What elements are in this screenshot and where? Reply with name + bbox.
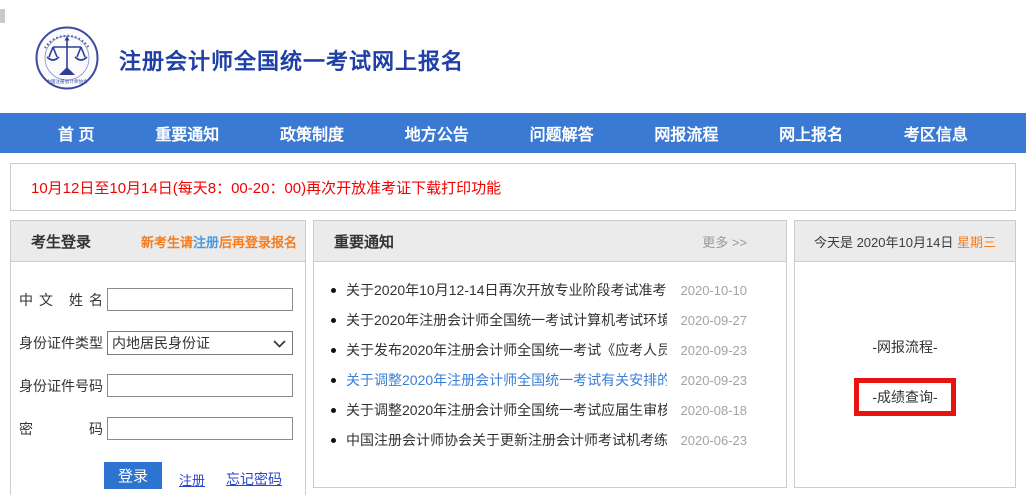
notice-item[interactable]: 关于2020年注册会计师全国统一考试计算机考试环境下故障... 2020-09-… [314,305,786,335]
login-actions: 登录 注册 忘记密码 [104,462,305,489]
notice-item-highlighted[interactable]: 关于调整2020年注册会计师全国统一考试有关安排的公告 2020-09-23 [314,365,786,395]
notices-panel-title: 重要通知 [334,231,394,252]
site-header: 中国注册会计师协会 注册会计师全国统一考试网上报名 [0,0,1026,113]
notice-item[interactable]: 中国注册会计师协会关于更新注册会计师考试机考练习网站的公... 2020-06-… [314,425,786,455]
nav-item-home[interactable]: 首 页 [58,121,94,145]
hint-suffix: 后再登录报名 [219,235,297,250]
main-nav: 首 页 重要通知 政策制度 地方公告 问题解答 网报流程 网上报名 考区信息 [0,113,1026,153]
nav-item-registration-flow[interactable]: 网报流程 [654,121,718,145]
id-number-input[interactable] [107,374,293,397]
sidebar-content: -网报流程- -成绩查询- [795,262,1015,416]
notice-title: 关于2020年10月12-14日再次开放专业阶段考试准考... [346,280,667,300]
chinese-name-input[interactable] [107,288,293,311]
hint-prefix: 新考生请 [141,235,193,250]
new-candidate-hint: 新考生请注册后再登录报名 [141,232,297,251]
notice-date: 2020-09-23 [667,343,747,358]
form-row-name: 中文 姓名 [19,288,305,311]
bullet-icon [331,348,336,353]
notice-item[interactable]: 关于发布2020年注册会计师全国统一考试《应考人员安全承... 2020-09-… [314,335,786,365]
today-sidebar-panel: 今天是 2020年10月14日 星期三 -网报流程- -成绩查询- [794,220,1016,488]
cicpa-seal-icon: 中国注册会计师协会 [31,26,103,90]
notice-list: 关于2020年10月12-14日再次开放专业阶段考试准考... 2020-10-… [314,262,786,455]
id-number-label: 身份证件号码 [19,376,103,396]
notice-date: 2020-08-18 [667,403,747,418]
notice-date: 2020-09-27 [667,313,747,328]
corner-artifact [0,9,5,23]
bullet-icon [331,438,336,443]
cpa-exam-registration-page: 中国注册会计师协会 注册会计师全国统一考试网上报名 首 页 重要通知 政策制度 … [0,0,1026,495]
bullet-icon [331,318,336,323]
bullet-icon [331,378,336,383]
login-panel-header: 考生登录 新考生请注册后再登录报名 [11,221,305,262]
notice-title: 关于调整2020年注册会计师全国统一考试有关安排的公告 [346,370,667,390]
announcement-banner: 10月12日至10月14日(每天8：00-20：00)再次开放准考证下载打印功能 [10,163,1016,211]
login-button[interactable]: 登录 [104,462,162,489]
notices-panel-header: 重要通知 更多 >> [314,221,786,262]
today-header: 今天是 2020年10月14日 星期三 [795,221,1015,262]
important-notices-panel: 重要通知 更多 >> 关于2020年10月12-14日再次开放专业阶段考试准考.… [313,220,787,488]
nav-item-important-notices[interactable]: 重要通知 [155,121,219,145]
score-query-highlight-box: -成绩查询- [854,378,955,416]
candidate-login-panel: 考生登录 新考生请注册后再登录报名 中文 姓名 身份证件类型 内地居民身份证 身… [10,220,306,495]
chevron-down-icon [273,340,286,348]
registration-flow-link[interactable]: -网报流程- [872,337,937,357]
password-label: 密 码 [19,419,103,439]
notice-title: 关于2020年注册会计师全国统一考试计算机考试环境下故障... [346,310,667,330]
notice-item[interactable]: 关于2020年10月12-14日再次开放专业阶段考试准考... 2020-10-… [314,275,786,305]
notice-title: 关于发布2020年注册会计师全国统一考试《应考人员安全承... [346,340,667,360]
svg-text:中国注册会计师协会: 中国注册会计师协会 [46,78,88,85]
today-date-text: 今天是 2020年10月14日 星期三 [814,232,996,251]
nav-item-policies[interactable]: 政策制度 [280,121,344,145]
login-panel-title: 考生登录 [31,231,91,252]
password-input[interactable] [107,417,293,440]
notice-date: 2020-09-23 [667,373,747,388]
notice-date: 2020-06-23 [667,433,747,448]
bullet-icon [331,408,336,413]
form-row-id-number: 身份证件号码 [19,374,305,397]
announcement-text: 10月12日至10月14日(每天8：00-20：00)再次开放准考证下载打印功能 [31,177,501,198]
nav-item-online-registration[interactable]: 网上报名 [779,121,843,145]
forgot-password-link[interactable]: 忘记密码 [226,469,282,489]
id-type-select[interactable]: 内地居民身份证 [107,331,293,355]
name-label: 中文 姓名 [19,290,103,310]
login-form: 中文 姓名 身份证件类型 内地居民身份证 身份证件号码 密 码 [11,262,305,489]
today-date: 今天是 2020年10月14日 [814,235,957,250]
notice-date: 2020-10-10 [667,283,747,298]
hint-register-link[interactable]: 注册 [193,235,219,250]
nav-item-faq[interactable]: 问题解答 [530,121,594,145]
page-title: 注册会计师全国统一考试网上报名 [119,44,464,76]
today-weekday: 星期三 [957,235,996,250]
notice-title: 中国注册会计师协会关于更新注册会计师考试机考练习网站的公... [346,430,667,450]
notice-item[interactable]: 关于调整2020年注册会计师全国统一考试应届生审核及准考... 2020-08-… [314,395,786,425]
register-link[interactable]: 注册 [179,470,205,489]
form-row-password: 密 码 [19,417,305,440]
id-type-selected-value: 内地居民身份证 [112,333,210,353]
form-row-id-type: 身份证件类型 内地居民身份证 [19,331,305,354]
more-link[interactable]: 更多 >> [702,232,747,251]
id-type-label: 身份证件类型 [19,333,103,353]
score-query-link[interactable]: -成绩查询- [872,389,937,405]
bullet-icon [331,288,336,293]
notice-title: 关于调整2020年注册会计师全国统一考试应届生审核及准考... [346,400,667,420]
nav-item-exam-area-info[interactable]: 考区信息 [904,121,968,145]
nav-item-local-announcements[interactable]: 地方公告 [405,121,469,145]
